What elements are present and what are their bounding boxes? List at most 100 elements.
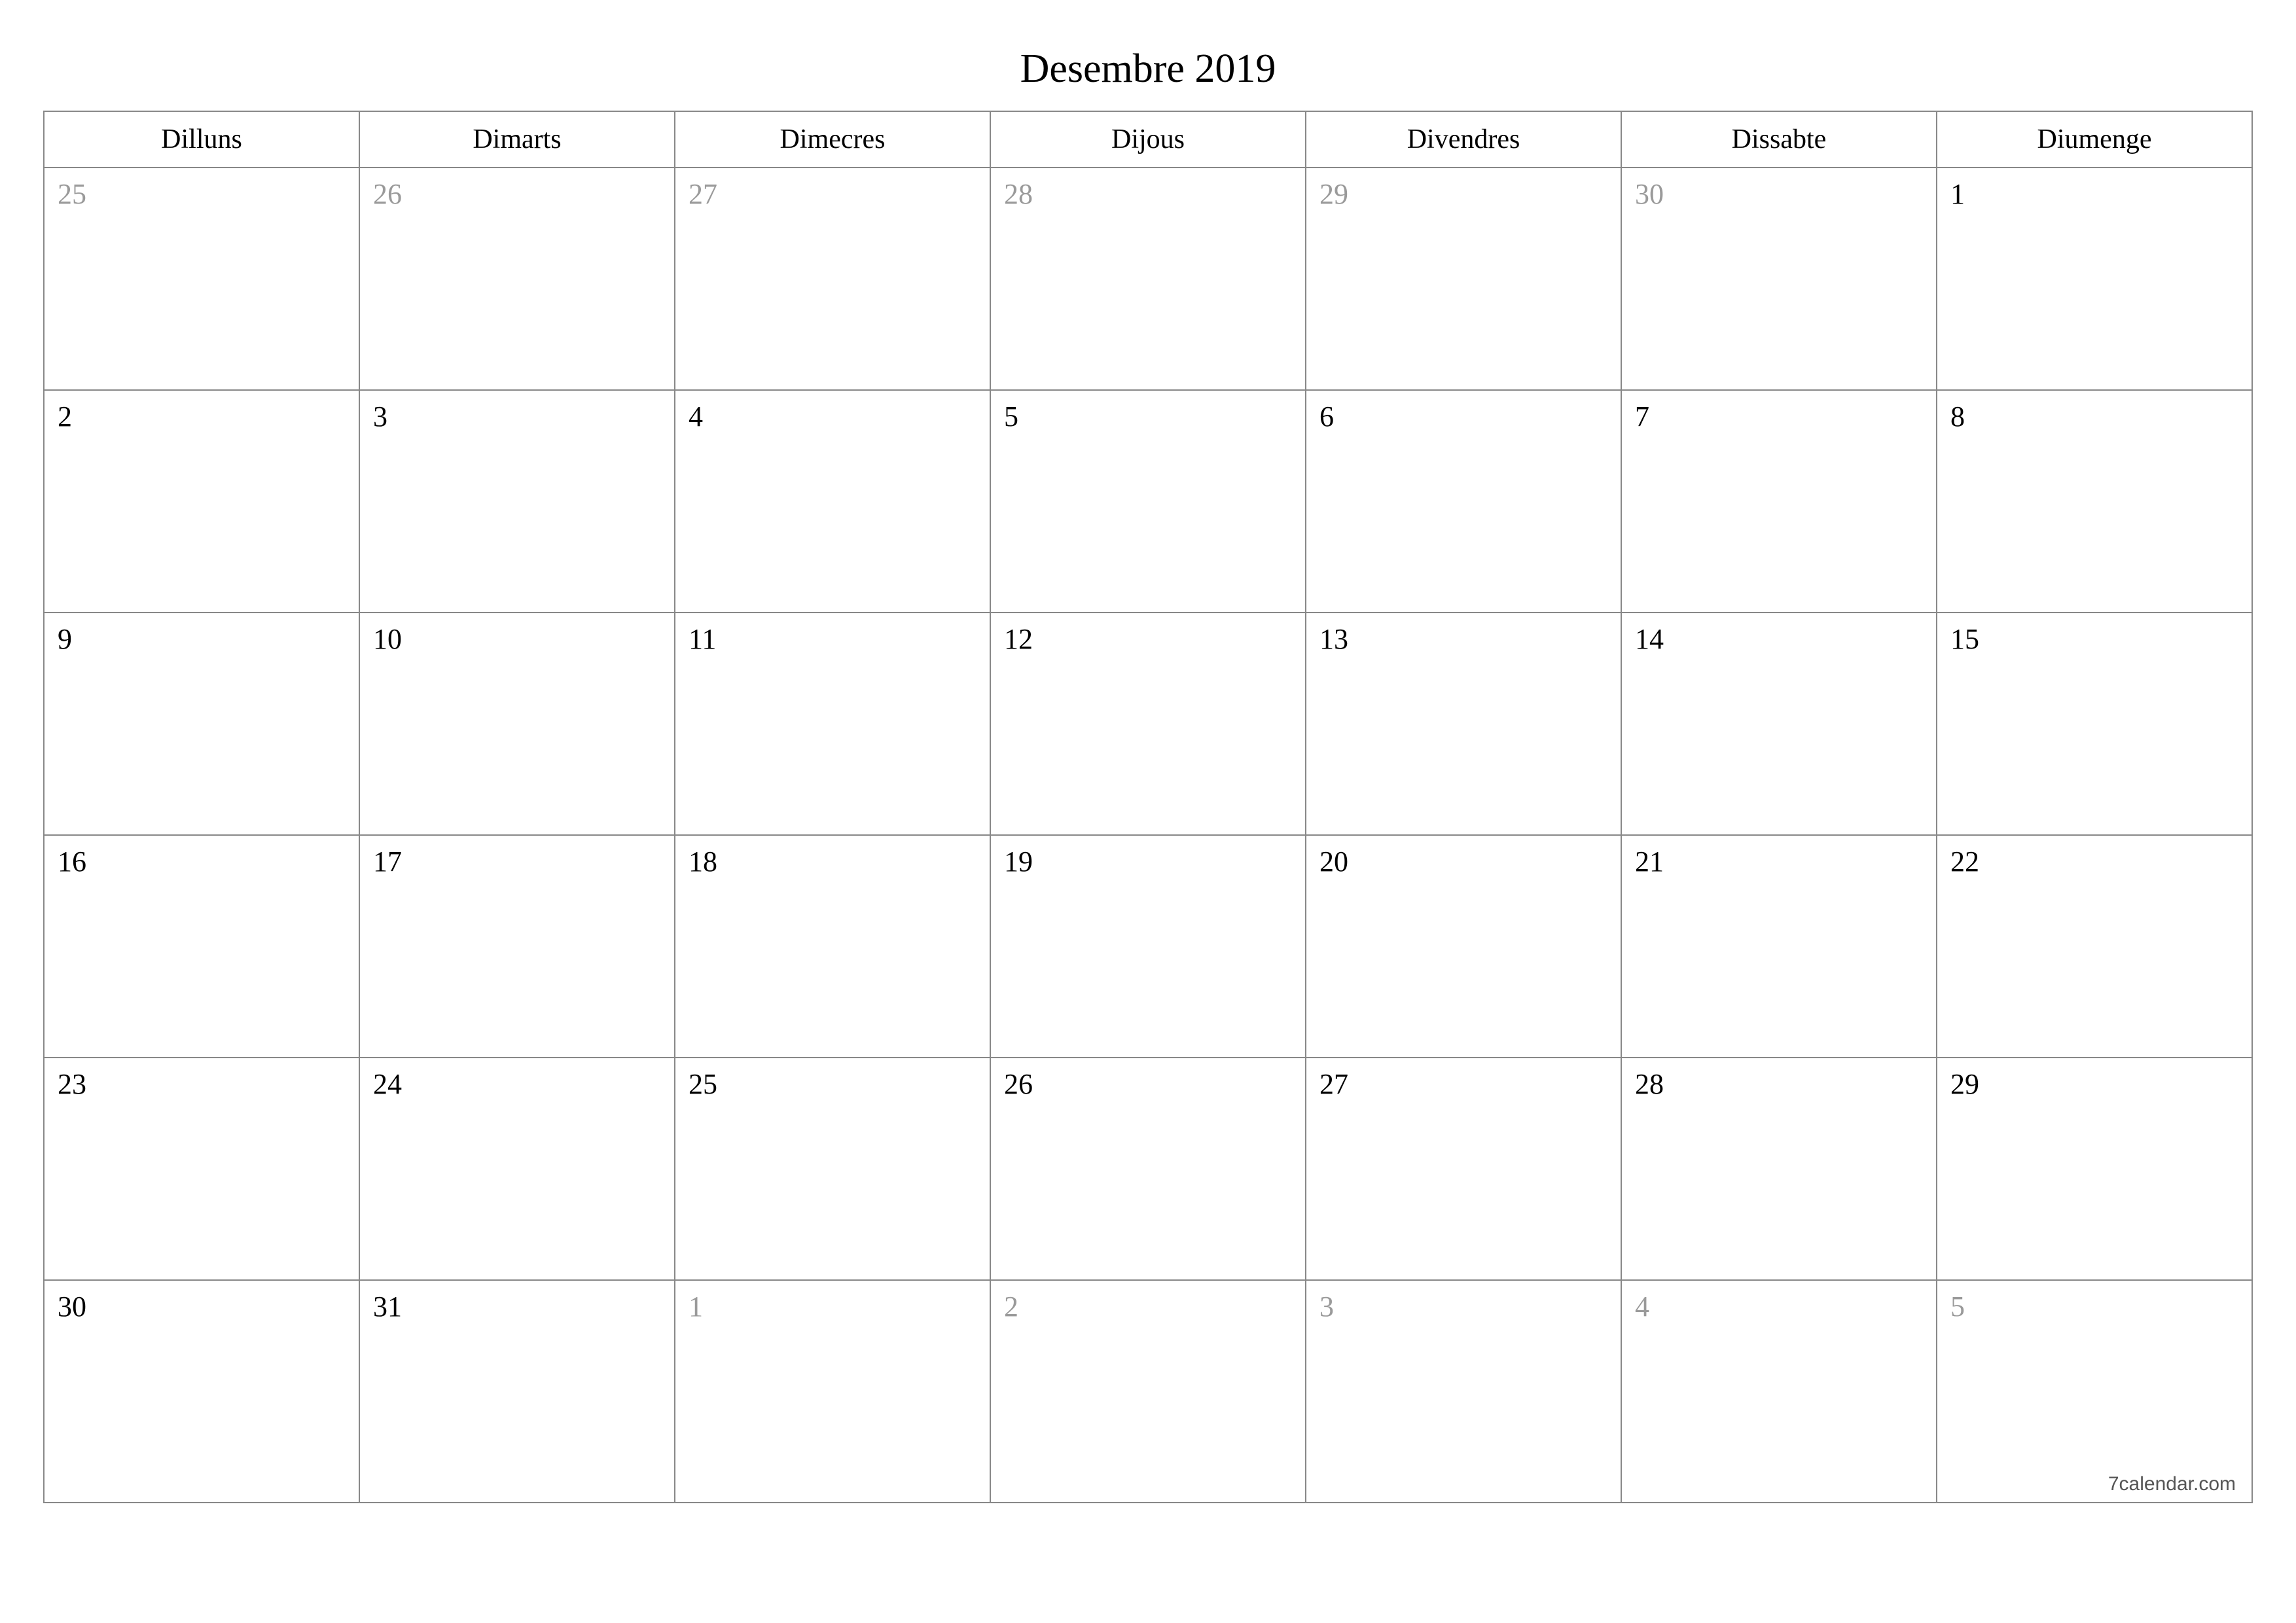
- day-number: 4: [1635, 1291, 1649, 1323]
- day-number: 7: [1635, 401, 1649, 433]
- day-number: 24: [373, 1068, 402, 1100]
- calendar-title: Desembre 2019: [43, 46, 2253, 92]
- day-cell: 21: [1621, 835, 1937, 1058]
- day-cell: 3: [359, 390, 675, 613]
- day-number: 30: [1635, 178, 1664, 210]
- day-cell: 4: [1621, 1280, 1937, 1503]
- week-row: 9 10 11 12 13 14 15: [44, 613, 2252, 835]
- day-number: 26: [1004, 1068, 1033, 1100]
- day-cell: 5 7calendar.com: [1937, 1280, 2252, 1503]
- weekday-header: Divendres: [1306, 111, 1621, 168]
- weekday-header-row: Dilluns Dimarts Dimecres Dijous Divendre…: [44, 111, 2252, 168]
- day-cell: 28: [990, 168, 1306, 390]
- day-number: 4: [689, 401, 703, 433]
- day-number: 16: [58, 846, 86, 878]
- day-number: 1: [689, 1291, 703, 1323]
- day-number: 17: [373, 846, 402, 878]
- day-cell: 11: [675, 613, 990, 835]
- day-cell: 29: [1306, 168, 1621, 390]
- day-cell: 27: [675, 168, 990, 390]
- day-cell: 26: [990, 1058, 1306, 1280]
- day-number: 29: [1950, 1068, 1979, 1100]
- day-number: 10: [373, 623, 402, 655]
- day-number: 3: [1319, 1291, 1334, 1323]
- week-row: 23 24 25 26 27 28 29: [44, 1058, 2252, 1280]
- calendar: Dilluns Dimarts Dimecres Dijous Divendre…: [43, 111, 2253, 1503]
- week-row: 16 17 18 19 20 21 22: [44, 835, 2252, 1058]
- day-cell: 2: [990, 1280, 1306, 1503]
- day-number: 12: [1004, 623, 1033, 655]
- day-number: 11: [689, 623, 716, 655]
- day-number: 2: [58, 401, 72, 433]
- day-cell: 13: [1306, 613, 1621, 835]
- day-number: 19: [1004, 846, 1033, 878]
- day-number: 2: [1004, 1291, 1018, 1323]
- day-cell: 7: [1621, 390, 1937, 613]
- weekday-header: Diumenge: [1937, 111, 2252, 168]
- day-number: 29: [1319, 178, 1348, 210]
- footer-credit: 7calendar.com: [2108, 1473, 2236, 1495]
- day-number: 27: [1319, 1068, 1348, 1100]
- day-cell: 1: [1937, 168, 2252, 390]
- day-cell: 5: [990, 390, 1306, 613]
- day-number: 20: [1319, 846, 1348, 878]
- day-cell: 19: [990, 835, 1306, 1058]
- weekday-header: Dimarts: [359, 111, 675, 168]
- day-cell: 24: [359, 1058, 675, 1280]
- day-cell: 2: [44, 390, 359, 613]
- day-number: 25: [689, 1068, 717, 1100]
- day-number: 14: [1635, 623, 1664, 655]
- day-number: 8: [1950, 401, 1965, 433]
- day-number: 25: [58, 178, 86, 210]
- day-cell: 8: [1937, 390, 2252, 613]
- day-cell: 17: [359, 835, 675, 1058]
- day-cell: 25: [675, 1058, 990, 1280]
- day-cell: 26: [359, 168, 675, 390]
- day-cell: 10: [359, 613, 675, 835]
- day-cell: 30: [44, 1280, 359, 1503]
- day-cell: 1: [675, 1280, 990, 1503]
- day-cell: 12: [990, 613, 1306, 835]
- day-cell: 4: [675, 390, 990, 613]
- day-cell: 27: [1306, 1058, 1621, 1280]
- day-number: 3: [373, 401, 387, 433]
- day-cell: 15: [1937, 613, 2252, 835]
- day-cell: 22: [1937, 835, 2252, 1058]
- day-number: 31: [373, 1291, 402, 1323]
- day-number: 5: [1950, 1291, 1965, 1323]
- day-number: 18: [689, 846, 717, 878]
- day-number: 23: [58, 1068, 86, 1100]
- week-row: 25 26 27 28 29 30 1: [44, 168, 2252, 390]
- day-cell: 28: [1621, 1058, 1937, 1280]
- day-cell: 9: [44, 613, 359, 835]
- day-number: 22: [1950, 846, 1979, 878]
- weekday-header: Dilluns: [44, 111, 359, 168]
- day-number: 9: [58, 623, 72, 655]
- day-cell: 25: [44, 168, 359, 390]
- day-cell: 23: [44, 1058, 359, 1280]
- day-cell: 18: [675, 835, 990, 1058]
- day-cell: 20: [1306, 835, 1621, 1058]
- day-number: 1: [1950, 178, 1965, 210]
- week-row: 30 31 1 2 3 4 5 7calendar.com: [44, 1280, 2252, 1503]
- day-cell: 6: [1306, 390, 1621, 613]
- day-cell: 14: [1621, 613, 1937, 835]
- day-cell: 31: [359, 1280, 675, 1503]
- day-cell: 29: [1937, 1058, 2252, 1280]
- day-number: 28: [1004, 178, 1033, 210]
- day-number: 5: [1004, 401, 1018, 433]
- weekday-header: Dimecres: [675, 111, 990, 168]
- day-number: 13: [1319, 623, 1348, 655]
- day-cell: 16: [44, 835, 359, 1058]
- day-number: 21: [1635, 846, 1664, 878]
- day-cell: 30: [1621, 168, 1937, 390]
- weekday-header: Dijous: [990, 111, 1306, 168]
- day-cell: 3: [1306, 1280, 1621, 1503]
- week-row: 2 3 4 5 6 7 8: [44, 390, 2252, 613]
- day-number: 28: [1635, 1068, 1664, 1100]
- day-number: 15: [1950, 623, 1979, 655]
- weekday-header: Dissabte: [1621, 111, 1937, 168]
- day-number: 6: [1319, 401, 1334, 433]
- day-number: 30: [58, 1291, 86, 1323]
- day-number: 27: [689, 178, 717, 210]
